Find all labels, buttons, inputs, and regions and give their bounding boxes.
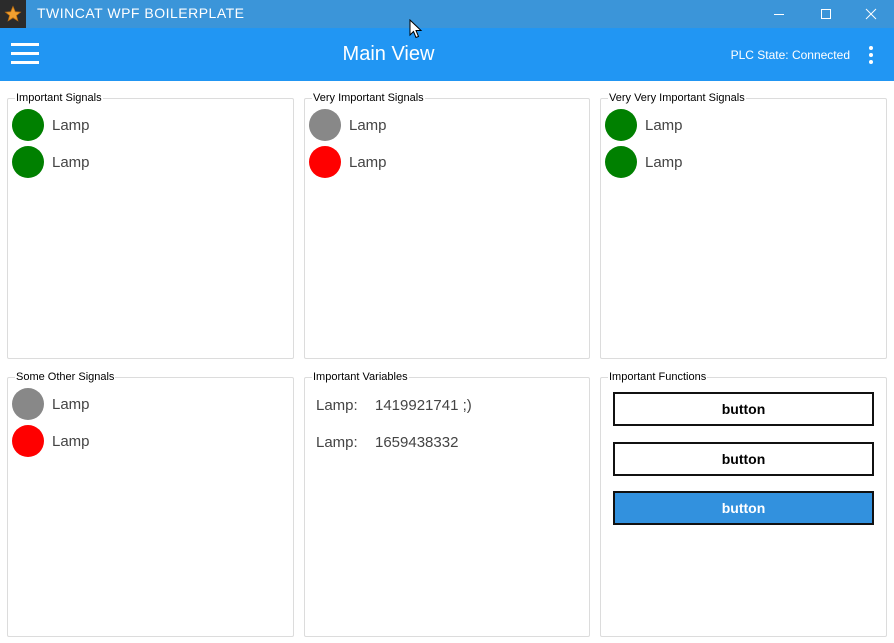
group-some-other-signals: Some Other Signals Lamp Lamp bbox=[7, 371, 294, 637]
minimize-icon bbox=[774, 14, 784, 15]
close-icon bbox=[865, 8, 877, 20]
app-star-icon bbox=[0, 0, 26, 28]
more-options-icon[interactable] bbox=[868, 46, 874, 66]
group-title: Important Signals bbox=[15, 92, 103, 104]
close-button[interactable] bbox=[848, 0, 894, 28]
variable-value: 1659438332 bbox=[375, 434, 459, 451]
lamp-label: Lamp bbox=[52, 116, 90, 134]
lamp-row: Lamp bbox=[12, 108, 90, 142]
lamp-indicator bbox=[12, 388, 44, 420]
lamp-label: Lamp bbox=[52, 432, 90, 450]
maximize-icon bbox=[821, 9, 831, 19]
group-title: Important Functions bbox=[608, 371, 708, 383]
window-titlebar: TWINCAT WPF BOILERPLATE bbox=[0, 0, 894, 28]
variable-row: Lamp: 1659438332 bbox=[316, 434, 458, 451]
lamp-label: Lamp bbox=[349, 153, 387, 171]
lamp-indicator bbox=[12, 146, 44, 178]
group-title: Very Important Signals bbox=[312, 92, 425, 104]
lamp-row: Lamp bbox=[12, 424, 90, 458]
group-very-very-important-signals: Very Very Important Signals Lamp Lamp bbox=[600, 92, 887, 359]
group-important-functions: Important Functions button button button bbox=[600, 371, 887, 637]
app-bar: Main View PLC State: Connected bbox=[0, 28, 894, 81]
variable-row: Lamp: 1419921741 ;) bbox=[316, 397, 472, 414]
group-important-signals: Important Signals Lamp Lamp bbox=[7, 92, 294, 359]
lamp-label: Lamp bbox=[52, 153, 90, 171]
lamp-row: Lamp bbox=[605, 108, 683, 142]
mouse-cursor-icon bbox=[409, 19, 423, 39]
variable-label: Lamp: bbox=[316, 434, 358, 451]
lamp-label: Lamp bbox=[645, 153, 683, 171]
variable-label: Lamp: bbox=[316, 397, 358, 414]
minimize-button[interactable] bbox=[756, 0, 802, 28]
group-title: Very Very Important Signals bbox=[608, 92, 746, 104]
lamp-indicator bbox=[12, 425, 44, 457]
group-title: Some Other Signals bbox=[15, 371, 116, 383]
lamp-indicator bbox=[605, 146, 637, 178]
plc-state-label: PLC State: Connected bbox=[730, 48, 850, 62]
variable-value: 1419921741 ;) bbox=[375, 397, 472, 414]
lamp-label: Lamp bbox=[52, 395, 90, 413]
lamp-row: Lamp bbox=[12, 145, 90, 179]
lamp-label: Lamp bbox=[349, 116, 387, 134]
group-important-variables: Important Variables Lamp: 1419921741 ;) … bbox=[304, 371, 590, 637]
lamp-row: Lamp bbox=[12, 387, 90, 421]
window-title: TWINCAT WPF BOILERPLATE bbox=[37, 5, 245, 21]
lamp-indicator bbox=[309, 109, 341, 141]
group-title: Important Variables bbox=[312, 371, 409, 383]
lamp-row: Lamp bbox=[309, 145, 387, 179]
function-button-3[interactable]: button bbox=[613, 491, 874, 525]
group-very-important-signals: Very Important Signals Lamp Lamp bbox=[304, 92, 590, 359]
lamp-indicator bbox=[12, 109, 44, 141]
function-button-2[interactable]: button bbox=[613, 442, 874, 476]
lamp-indicator bbox=[309, 146, 341, 178]
function-button-1[interactable]: button bbox=[613, 392, 874, 426]
maximize-button[interactable] bbox=[803, 0, 849, 28]
lamp-indicator bbox=[605, 109, 637, 141]
lamp-row: Lamp bbox=[309, 108, 387, 142]
page-title: Main View bbox=[342, 43, 435, 65]
lamp-row: Lamp bbox=[605, 145, 683, 179]
lamp-label: Lamp bbox=[645, 116, 683, 134]
